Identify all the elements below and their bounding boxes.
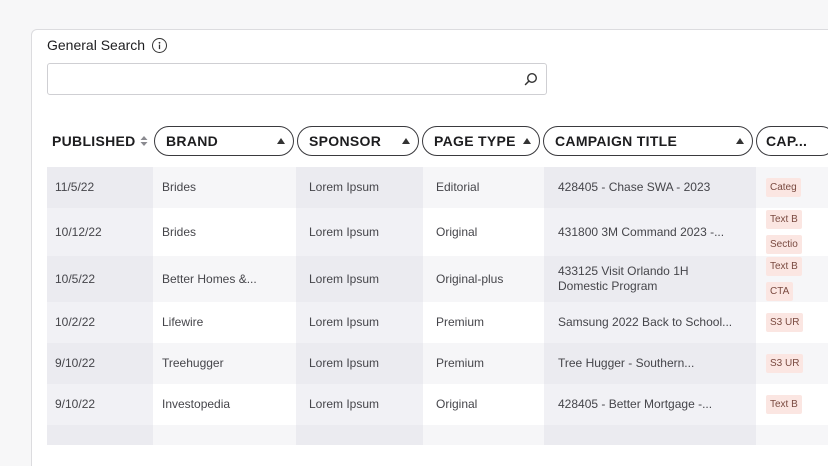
- cell-published: 9/10/22: [47, 343, 153, 384]
- cell-tags: S3 UR: [756, 302, 816, 343]
- cell-tags: Text B: [756, 384, 816, 425]
- table-row[interactable]: 10/12/22 Brides Lorem Ipsum Original 431…: [47, 208, 828, 256]
- column-header-published[interactable]: PUBLISHED: [47, 126, 154, 156]
- caret-up-icon: [523, 138, 531, 144]
- info-icon[interactable]: [152, 37, 168, 53]
- column-filter-sponsor-label: SPONSOR: [309, 133, 382, 149]
- cell-campaign-title: 428405 - Better Mortgage -...: [544, 384, 756, 425]
- column-filter-cap-label: CAP...: [766, 133, 808, 149]
- cell-page-type: [423, 425, 544, 445]
- cell-page-type: Premium: [436, 315, 485, 329]
- cell-sponsor: Lorem Ipsum: [296, 208, 423, 256]
- column-header-published-label: PUBLISHED: [52, 133, 136, 149]
- table-row[interactable]: 9/10/22 Investopedia Lorem Ipsum Origina…: [47, 384, 828, 425]
- search-label: General Search: [47, 37, 146, 53]
- search-label-row: General Search: [47, 37, 168, 53]
- cell-published: 9/10/22: [47, 384, 153, 425]
- cell-tags: S3 UR: [756, 343, 816, 384]
- cell-campaign-title: [544, 425, 756, 445]
- cell-campaign-title: 431800 3M Command 2023 -...: [544, 208, 756, 256]
- column-filter-page-type[interactable]: PAGE TYPE: [422, 126, 540, 156]
- cell-sponsor: Lorem Ipsum: [296, 167, 423, 208]
- cell-page-type: Original-plus: [436, 271, 504, 286]
- column-filter-cap[interactable]: CAP...: [756, 126, 828, 156]
- cell-campaign-title: 433125 Visit Orlando 1H Domestic Program: [544, 256, 756, 302]
- table-row[interactable]: [47, 425, 828, 445]
- cell-brand: Brides: [162, 180, 197, 194]
- cell-page-type: Original: [436, 224, 478, 239]
- search-icon[interactable]: [524, 72, 538, 86]
- search-field[interactable]: [47, 63, 547, 95]
- tag-badge: Text B: [766, 257, 802, 276]
- search-input[interactable]: [48, 64, 508, 94]
- tag-badge: Text B: [766, 210, 802, 229]
- cell-published: 10/5/22: [47, 256, 153, 302]
- cell-brand: Treehugger: [162, 356, 224, 370]
- column-filter-campaign-title[interactable]: CAMPAIGN TITLE: [543, 126, 753, 156]
- table-header: PUBLISHED BRAND SPONSOR PAGE TYPE CAMPAI…: [47, 126, 828, 156]
- table-body: 11/5/22 Brides Lorem Ipsum Editorial 428…: [47, 167, 828, 445]
- cell-campaign-title: Tree Hugger - Southern...: [544, 343, 756, 384]
- cell-brand: Lifewire: [162, 315, 204, 329]
- cell-tags: Text B Sectio: [756, 208, 816, 256]
- tag-badge: CTA: [766, 282, 794, 301]
- cell-sponsor: Lorem Ipsum: [296, 384, 423, 425]
- table-row[interactable]: 11/5/22 Brides Lorem Ipsum Editorial 428…: [47, 167, 828, 208]
- table-row[interactable]: 9/10/22 Treehugger Lorem Ipsum Premium T…: [47, 343, 828, 384]
- cell-brand: Better Homes &...: [162, 271, 257, 286]
- cell-tags: Categ: [756, 167, 816, 208]
- caret-up-icon: [402, 138, 410, 144]
- cell-page-type: Editorial: [436, 180, 480, 194]
- tag-badge: S3 UR: [766, 354, 804, 373]
- cell-campaign-title: 428405 - Chase SWA - 2023: [544, 167, 756, 208]
- column-filter-page-type-label: PAGE TYPE: [434, 133, 516, 149]
- cell-sponsor: [296, 425, 423, 445]
- table-row[interactable]: 10/5/22 Better Homes &... Lorem Ipsum Or…: [47, 256, 828, 302]
- cell-brand: Investopedia: [162, 397, 231, 411]
- tag-badge: Text B: [766, 395, 802, 414]
- tag-badge: Categ: [766, 178, 801, 197]
- cell-tags: Text B CTA: [756, 256, 816, 302]
- tag-badge: S3 UR: [766, 313, 804, 332]
- column-filter-brand-label: BRAND: [166, 133, 219, 149]
- cell-page-type: Original: [436, 397, 478, 411]
- cell-sponsor: Lorem Ipsum: [296, 343, 423, 384]
- cell-sponsor: Lorem Ipsum: [296, 256, 423, 302]
- sort-icon[interactable]: [140, 135, 148, 147]
- caret-up-icon: [277, 138, 285, 144]
- cell-brand: Brides: [162, 224, 197, 239]
- cell-brand: [153, 425, 296, 445]
- column-filter-brand[interactable]: BRAND: [154, 126, 294, 156]
- cell-published: 10/12/22: [47, 208, 153, 256]
- tag-badge: Sectio: [766, 235, 802, 254]
- cell-sponsor: Lorem Ipsum: [296, 302, 423, 343]
- cell-page-type: Premium: [436, 356, 485, 370]
- caret-up-icon: [736, 138, 744, 144]
- column-filter-campaign-title-label: CAMPAIGN TITLE: [555, 133, 678, 149]
- cell-published: [47, 425, 153, 445]
- cell-published: 10/2/22: [47, 302, 153, 343]
- column-filter-sponsor[interactable]: SPONSOR: [297, 126, 419, 156]
- cell-published: 11/5/22: [47, 167, 153, 208]
- cell-campaign-title: Samsung 2022 Back to School...: [544, 302, 756, 343]
- table-row[interactable]: 10/2/22 Lifewire Lorem Ipsum Premium Sam…: [47, 302, 828, 343]
